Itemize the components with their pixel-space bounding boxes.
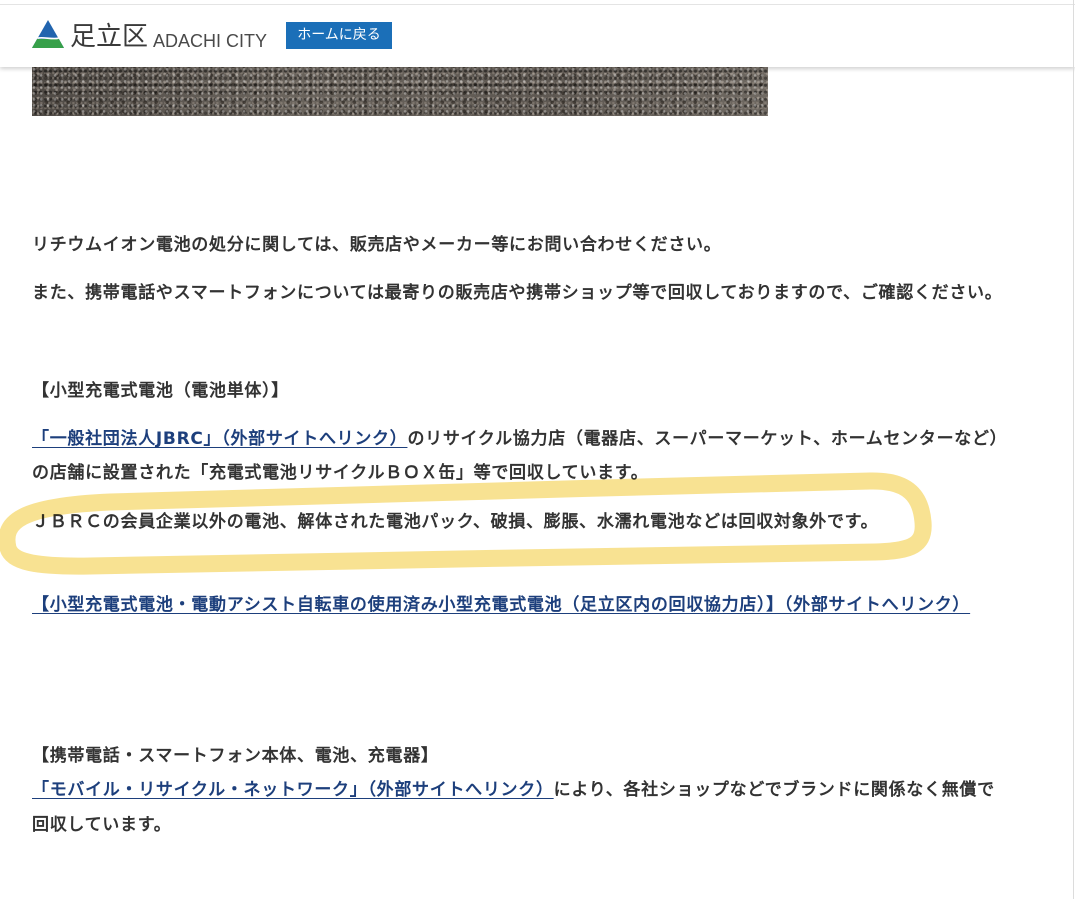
adachi-logo-icon[interactable] <box>32 18 64 50</box>
collection-stores-line: 【小型充電式電池・電動アシスト自転車の使用済み小型充電式電池（足立区内の回収協力… <box>32 593 970 617</box>
jbrc-line-text: のリサイクル協力店（電器店、スーパーマーケット、ホームセンターなど） <box>407 429 1008 449</box>
logo-white-stripe <box>37 36 59 40</box>
lithium-battery-paragraph: リチウムイオン電池の処分に関しては、販売店やメーカー等にお問い合わせください。 <box>32 235 722 255</box>
home-button[interactable]: ホームに戻る <box>286 22 392 49</box>
mrn-line: 「モバイル・リサイクル・ネットワーク」（外部サイトへリンク）により、各社ショップ… <box>32 778 995 802</box>
small-battery-heading: 【小型充電式電池（電池単体）】 <box>32 381 289 401</box>
header-top-rule <box>0 4 1075 5</box>
page-edge-rule <box>1073 0 1074 899</box>
mobile-phone-paragraph: また、携帯電話やスマートフォンについては最寄りの販売店や携帯ショップ等で回収して… <box>32 283 1003 303</box>
mobile-recycle-network-external-link[interactable]: 「モバイル・リサイクル・ネットワーク」（外部サイトへリンク） <box>32 780 554 800</box>
jbrc-exclusion-note: ＪＢＲＣの会員企業以外の電池、解体された電池パック、破損、膨脹、水濡れ電池などは… <box>32 512 879 532</box>
site-logo-name[interactable]: 足立区 <box>70 20 148 54</box>
jbrc-external-link[interactable]: 「一般社団法人JBRC」（外部サイトへリンク） <box>32 429 407 449</box>
content-photo <box>32 67 768 116</box>
site-header: 足立区 ADACHI CITY ホームに戻る <box>0 0 1075 67</box>
recycle-box-line: の店舗に設置された「充電式電池リサイクルＢＯＸ缶」等で回収しています。 <box>32 463 649 483</box>
mrn-line-text: により、各社ショップなどでブランドに関係なく無償で <box>553 780 995 800</box>
jbrc-line: 「一般社団法人JBRC」（外部サイトへリンク）のリサイクル協力店（電器店、スーパ… <box>32 427 1007 451</box>
collection-stores-external-link[interactable]: 【小型充電式電池・電動アシスト自転車の使用済み小型充電式電池（足立区内の回収協力… <box>32 595 970 615</box>
site-logo-subtitle[interactable]: ADACHI CITY <box>153 30 267 52</box>
logo-green-band <box>32 39 64 48</box>
mobile-devices-heading: 【携帯電話・スマートフォン本体、電池、充電器】 <box>32 746 439 766</box>
mrn-line-continued: 回収しています。 <box>32 815 172 835</box>
